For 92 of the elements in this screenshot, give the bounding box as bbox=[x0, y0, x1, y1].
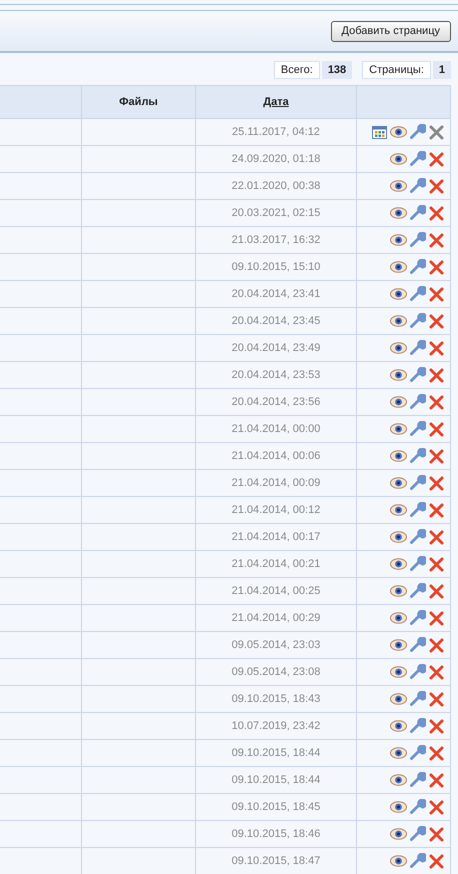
delete-icon[interactable] bbox=[429, 152, 444, 166]
delete-icon[interactable] bbox=[429, 854, 444, 868]
delete-icon[interactable] bbox=[429, 746, 444, 760]
date-text: 21.04.2014, 00:09 bbox=[232, 477, 320, 489]
eye-icon[interactable] bbox=[390, 558, 407, 570]
eye-icon[interactable] bbox=[390, 693, 407, 705]
eye-icon[interactable] bbox=[390, 801, 407, 813]
date-text: 09.10.2015, 18:44 bbox=[232, 774, 320, 786]
date-text: 09.10.2015, 18:45 bbox=[232, 801, 320, 813]
date-text: 09.10.2015, 18:46 bbox=[232, 828, 320, 840]
delete-icon[interactable] bbox=[429, 368, 444, 382]
eye-icon[interactable] bbox=[390, 774, 407, 786]
eye-icon[interactable] bbox=[390, 369, 407, 381]
eye-icon[interactable] bbox=[390, 639, 407, 651]
date-text: 24.09.2020, 01:18 bbox=[232, 153, 320, 165]
delete-icon[interactable] bbox=[429, 448, 444, 464]
delete-icon[interactable] bbox=[429, 422, 444, 436]
date-text: 21.04.2014, 00:17 bbox=[232, 531, 320, 543]
delete-icon[interactable] bbox=[429, 124, 444, 140]
date-text: 20.03.2021, 02:15 bbox=[232, 207, 320, 219]
column-header: Файлы bbox=[119, 96, 158, 108]
date-text: 21.04.2014, 00:06 bbox=[232, 450, 320, 462]
date-text: 21.04.2014, 00:12 bbox=[232, 504, 320, 516]
delete-icon[interactable] bbox=[429, 206, 444, 220]
date-text: 20.04.2014, 23:53 bbox=[232, 369, 320, 381]
date-text: 20.04.2014, 23:45 bbox=[232, 315, 320, 327]
delete-icon[interactable] bbox=[429, 692, 444, 706]
date-text: 21.03.2017, 16:32 bbox=[232, 234, 320, 246]
eye-icon[interactable] bbox=[390, 855, 407, 867]
date-text: 09.10.2015, 15:10 bbox=[232, 261, 320, 273]
eye-icon[interactable] bbox=[390, 126, 407, 138]
eye-icon[interactable] bbox=[390, 477, 407, 489]
date-text: 20.04.2014, 23:56 bbox=[232, 396, 320, 408]
delete-icon[interactable] bbox=[429, 394, 444, 410]
eye-icon[interactable] bbox=[390, 450, 407, 462]
delete-icon[interactable] bbox=[429, 260, 444, 274]
date-text: 21.04.2014, 00:25 bbox=[232, 585, 320, 597]
date-text: 22.01.2020, 00:38 bbox=[232, 180, 320, 192]
delete-icon[interactable] bbox=[429, 314, 444, 328]
add-page-button[interactable]: Добавить страницу bbox=[330, 20, 451, 42]
delete-icon[interactable] bbox=[429, 286, 444, 302]
stat-label: Страницы: bbox=[362, 61, 431, 79]
eye-icon[interactable] bbox=[390, 153, 407, 165]
delete-icon[interactable] bbox=[429, 826, 444, 842]
eye-icon[interactable] bbox=[390, 288, 407, 300]
date-text: 09.10.2015, 18:43 bbox=[232, 693, 320, 705]
delete-icon[interactable] bbox=[429, 718, 444, 734]
date-text: 21.04.2014, 00:29 bbox=[232, 612, 320, 624]
date-text: 21.04.2014, 00:21 bbox=[232, 558, 320, 570]
delete-icon[interactable] bbox=[429, 610, 444, 626]
eye-icon[interactable] bbox=[390, 396, 407, 408]
eye-icon[interactable] bbox=[390, 747, 407, 759]
delete-icon[interactable] bbox=[429, 638, 444, 652]
eye-icon[interactable] bbox=[390, 720, 407, 732]
eye-icon[interactable] bbox=[390, 585, 407, 597]
delete-icon[interactable] bbox=[429, 530, 444, 544]
eye-icon[interactable] bbox=[390, 180, 407, 192]
delete-icon[interactable] bbox=[429, 502, 444, 518]
date-text: 25.11.2017, 04:12 bbox=[232, 126, 320, 138]
delete-icon[interactable] bbox=[429, 800, 444, 814]
date-text: 09.10.2015, 18:44 bbox=[232, 747, 320, 759]
date-text: 09.05.2014, 23:03 bbox=[232, 639, 320, 651]
sort-link[interactable]: Дата bbox=[263, 96, 289, 108]
eye-icon[interactable] bbox=[390, 531, 407, 543]
delete-icon[interactable] bbox=[429, 476, 444, 490]
delete-icon[interactable] bbox=[429, 556, 444, 572]
eye-icon[interactable] bbox=[390, 666, 407, 678]
eye-icon[interactable] bbox=[390, 612, 407, 624]
delete-icon[interactable] bbox=[429, 772, 444, 788]
date-text: 09.10.2015, 18:47 bbox=[232, 855, 320, 867]
date-text: 21.04.2014, 00:00 bbox=[232, 423, 320, 435]
eye-icon[interactable] bbox=[390, 423, 407, 435]
stat-label: Всего: bbox=[274, 61, 320, 79]
date-text: 20.04.2014, 23:49 bbox=[232, 342, 320, 354]
delete-icon[interactable] bbox=[429, 178, 444, 194]
eye-icon[interactable] bbox=[390, 504, 407, 516]
eye-icon[interactable] bbox=[390, 261, 407, 273]
date-text: 10.07.2019, 23:42 bbox=[232, 720, 320, 732]
eye-icon[interactable] bbox=[390, 828, 407, 840]
eye-icon[interactable] bbox=[390, 234, 407, 246]
eye-icon[interactable] bbox=[390, 207, 407, 219]
eye-icon[interactable] bbox=[390, 315, 407, 327]
delete-icon[interactable] bbox=[429, 340, 444, 356]
stat-value: 1 bbox=[432, 61, 451, 79]
date-text: 20.04.2014, 23:41 bbox=[232, 288, 320, 300]
table-icon[interactable] bbox=[372, 126, 387, 138]
delete-icon[interactable] bbox=[429, 232, 444, 248]
stat-value: 138 bbox=[322, 61, 352, 79]
delete-icon[interactable] bbox=[429, 664, 444, 680]
date-text: 09.05.2014, 23:08 bbox=[232, 666, 320, 678]
delete-icon[interactable] bbox=[429, 584, 444, 598]
eye-icon[interactable] bbox=[390, 342, 407, 354]
